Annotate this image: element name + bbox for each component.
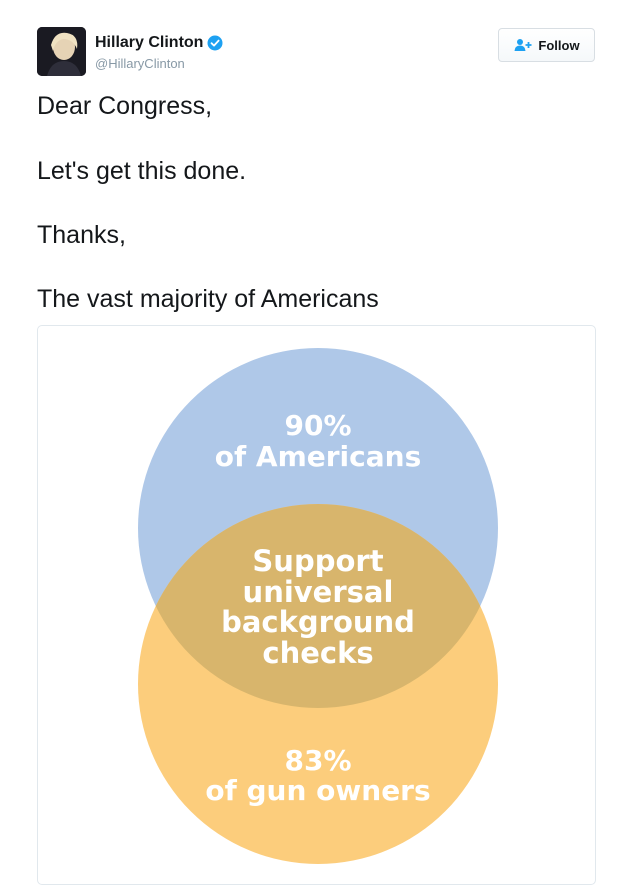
profile-photo <box>37 27 86 76</box>
follow-button[interactable]: Follow <box>498 28 595 62</box>
author-name[interactable]: Hillary Clinton <box>95 34 203 52</box>
top-percent: 90% <box>284 409 351 442</box>
author-name-row[interactable]: Hillary Clinton <box>95 34 223 52</box>
overlap-line-1: Support <box>252 544 383 578</box>
add-person-icon <box>514 39 532 51</box>
overlap-line-4: checks <box>262 636 373 670</box>
tweet-line-2: Let's get this done. <box>37 157 247 185</box>
follow-label: Follow <box>538 37 580 53</box>
tweet-line-3: Thanks, <box>37 221 126 249</box>
top-caption: of Americans <box>215 440 422 473</box>
verified-badge-icon <box>207 35 223 51</box>
tweet-image[interactable]: 90% of Americans Support universal backg… <box>37 325 596 885</box>
bottom-caption: of gun owners <box>205 774 430 807</box>
tweet-line-1: Dear Congress, <box>37 92 213 120</box>
author-handle[interactable]: @HillaryClinton <box>95 56 185 71</box>
avatar[interactable] <box>37 27 86 76</box>
overlap-line-3: background <box>221 605 415 639</box>
tweet-line-4: The vast majority of Americans <box>37 285 379 313</box>
overlap-line-2: universal <box>243 575 394 609</box>
bottom-percent: 83% <box>284 744 351 777</box>
venn-diagram: 90% of Americans Support universal backg… <box>138 348 498 864</box>
